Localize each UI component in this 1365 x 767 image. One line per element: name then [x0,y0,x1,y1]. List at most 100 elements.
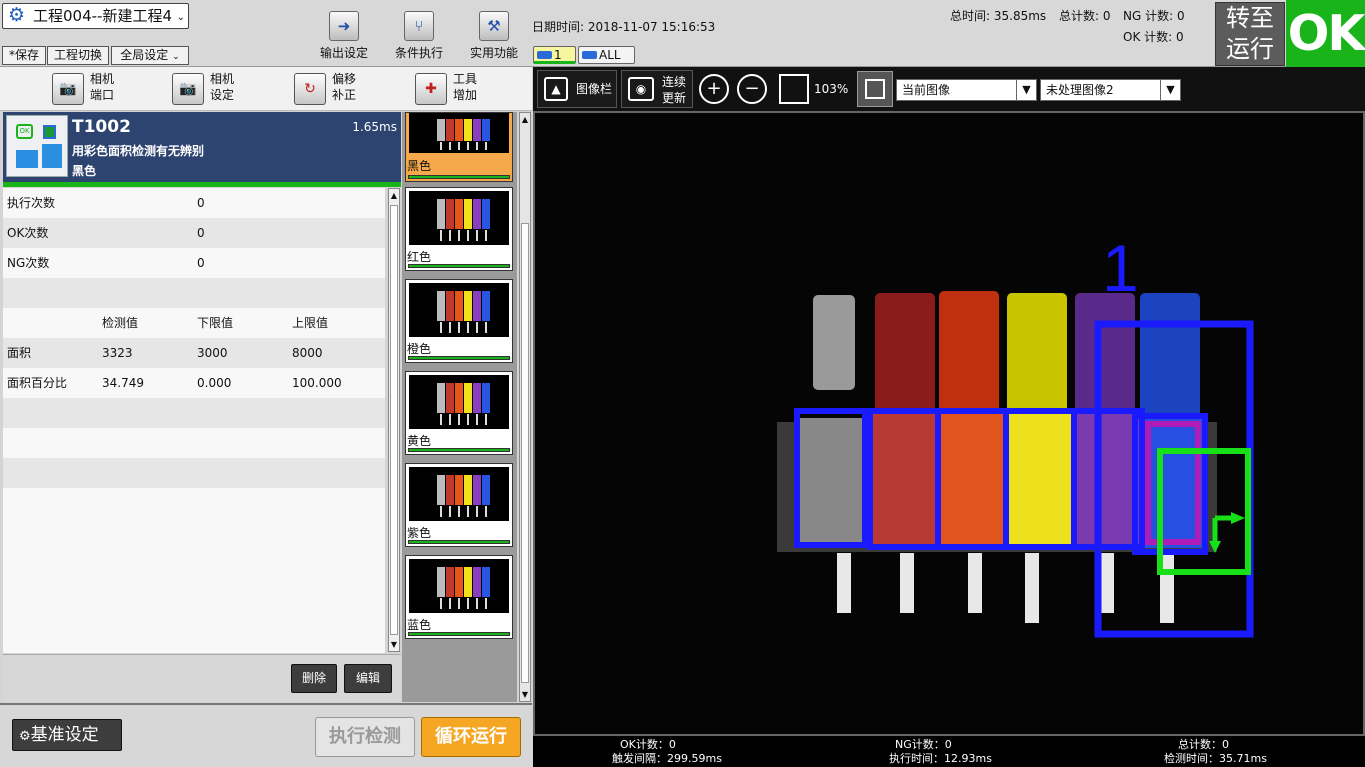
thumbnail-item-yellow[interactable]: 黄色 [405,371,513,455]
thumbnail-item-black[interactable]: 黑色 [405,112,513,182]
add-tool-label-2: 增加 [453,88,478,102]
footer-ok-count: OK计数：0 [620,738,676,751]
thumbnail-cap [446,383,454,413]
camera-port-label-1: 相机 [90,72,115,86]
thumbnail-label: 紫色 [407,526,432,540]
thumbnail-label: 橙色 [407,342,432,356]
thumbnail-pin [440,141,442,150]
image-icon: ▲ [544,77,568,101]
image-viewer[interactable]: 1 [533,111,1365,736]
project-selector[interactable]: ⚙ 工程004--新建工程4 ⌄ [2,3,189,29]
camera-settings-button[interactable]: 📷 相机 设定 [172,71,262,107]
camera-1-tab[interactable]: 1 [533,46,576,64]
roi-select-icon[interactable] [857,71,893,107]
thumbnail-pin [449,505,451,517]
stat-row: OK次数 0 [3,218,385,248]
thumbnail-pin [458,229,460,241]
zoom-out-icon[interactable]: − [737,74,767,104]
thumbnail-cap [482,291,490,321]
thumbnail-pin [440,413,442,425]
fit-screen-icon[interactable] [779,74,809,104]
scroll-down-icon[interactable]: ▼ [389,640,399,649]
tools-icon: ⚒ [479,11,509,41]
utility-button[interactable]: ⚒ 实用功能 [459,8,529,64]
thumbnail-cap [473,567,481,597]
camera-port-button[interactable]: 📷 相机 端口 [52,71,142,107]
thumbnail-cap [482,383,490,413]
thumbnail-pin [476,141,478,150]
export-icon: ➜ [329,11,359,41]
thumbnail-cap [482,567,490,597]
output-settings-button[interactable]: ➜ 输出设定 [309,8,379,64]
camera-all-label: ALL [599,48,621,62]
conditional-execution-button[interactable]: ⑂ 条件执行 [384,8,454,64]
empty-row [3,428,385,458]
thumbnail-cap [482,475,490,505]
scroll-thumb[interactable] [521,223,529,683]
project-title: 工程004--新建工程4 [33,7,172,25]
scroll-thumb[interactable] [390,205,398,635]
total-time: 总时间: 35.85ms [950,9,1047,23]
thumbnail-image [409,191,509,245]
measure-name: 面积百分比 [7,376,68,390]
thumbnail-item-red[interactable]: 红色 [405,187,513,271]
add-tool-button[interactable]: ✚ 工具 增加 [415,71,505,107]
raw-image-value: 未处理图像2 [1046,83,1114,97]
add-tool-label-1: 工具 [453,72,478,86]
cap-purple [1075,293,1135,423]
thumbnail-cap [464,475,472,505]
thumbnail-pin [476,505,478,517]
camera-all-tab[interactable]: ALL [578,46,635,64]
thumbnail-pin [485,505,487,517]
bottom-action-bar: ⚙基准设定 执行检测 循环运行 [0,703,532,767]
continuous-update-button[interactable]: ◉ 连续 更新 [621,70,693,108]
baseline-settings-button[interactable]: ⚙基准设定 [12,719,122,751]
settings-icon: ⚙ [19,729,31,744]
zoom-in-icon[interactable]: + [699,74,729,104]
global-settings-button[interactable]: 全局设定 ⌄ [111,46,189,65]
thumbnail-pin [476,229,478,241]
current-image-select[interactable]: 当前图像 ▼ [896,79,1037,101]
loop-run-button[interactable]: 循环运行 [421,717,521,757]
go-to-run-button[interactable]: 转至 运行 [1215,2,1285,66]
scroll-up-icon[interactable]: ▲ [389,191,399,200]
utility-label: 实用功能 [469,46,518,60]
footer-exec-time: 执行时间：12.93ms [889,752,992,765]
tool-header[interactable]: OK T1002 1.65ms 用彩色面积检测有无辨别 黑色 [3,112,401,182]
camera-icon [582,51,597,59]
raw-image-select[interactable]: 未处理图像2 ▼ [1040,79,1181,101]
stat-row: NG次数 0 [3,248,385,278]
thumbnail-scrollbar[interactable]: ▲ ▼ [519,112,531,702]
scroll-up-icon[interactable]: ▲ [520,115,530,124]
thumbnail-cap [446,291,454,321]
thumbnail-item-purple[interactable]: 紫色 [405,463,513,547]
top-toolbar: ⚙ 工程004--新建工程4 ⌄ *保存 工程切换 全局设定 ⌄ ➜ 输出设定 … [0,0,1365,67]
thumbnail-cap [446,119,454,141]
scroll-down-icon[interactable]: ▼ [520,690,530,699]
thumbnail-pin [485,597,487,609]
project-switch-button[interactable]: 工程切换 [47,46,109,65]
block-black [797,418,865,548]
grid-scrollbar[interactable]: ▲ ▼ [388,188,400,652]
thumbnail-cap [464,119,472,141]
pin [1025,553,1039,623]
thumbnail-item-blue[interactable]: 蓝色 [405,555,513,639]
save-button[interactable]: *保存 [2,46,46,65]
delete-button[interactable]: 删除 [291,664,337,693]
thumbnail-pin [485,141,487,150]
offset-correction-button[interactable]: ↻ 偏移 补正 [294,71,384,107]
thumbnail-label: 黄色 [407,434,432,448]
go-to-run-line1: 转至 [1226,4,1274,32]
edit-button[interactable]: 编辑 [344,664,392,693]
image-bar-button[interactable]: ▲ 图像栏 [537,70,617,108]
thumbnail-pin [485,229,487,241]
thumbnail-item-orange[interactable]: 橙色 [405,279,513,363]
thumbnail-cap [446,475,454,505]
execute-detection-button[interactable]: 执行检测 [315,717,415,757]
baseline-settings-label: 基准设定 [30,725,99,745]
footer-total-count: 总计数：0 [1178,738,1229,751]
stat-value: 0 [197,256,205,270]
measure-upper: 8000 [292,346,323,360]
camera-icon: ◉ [628,77,654,101]
thumbnail-image [409,283,509,337]
